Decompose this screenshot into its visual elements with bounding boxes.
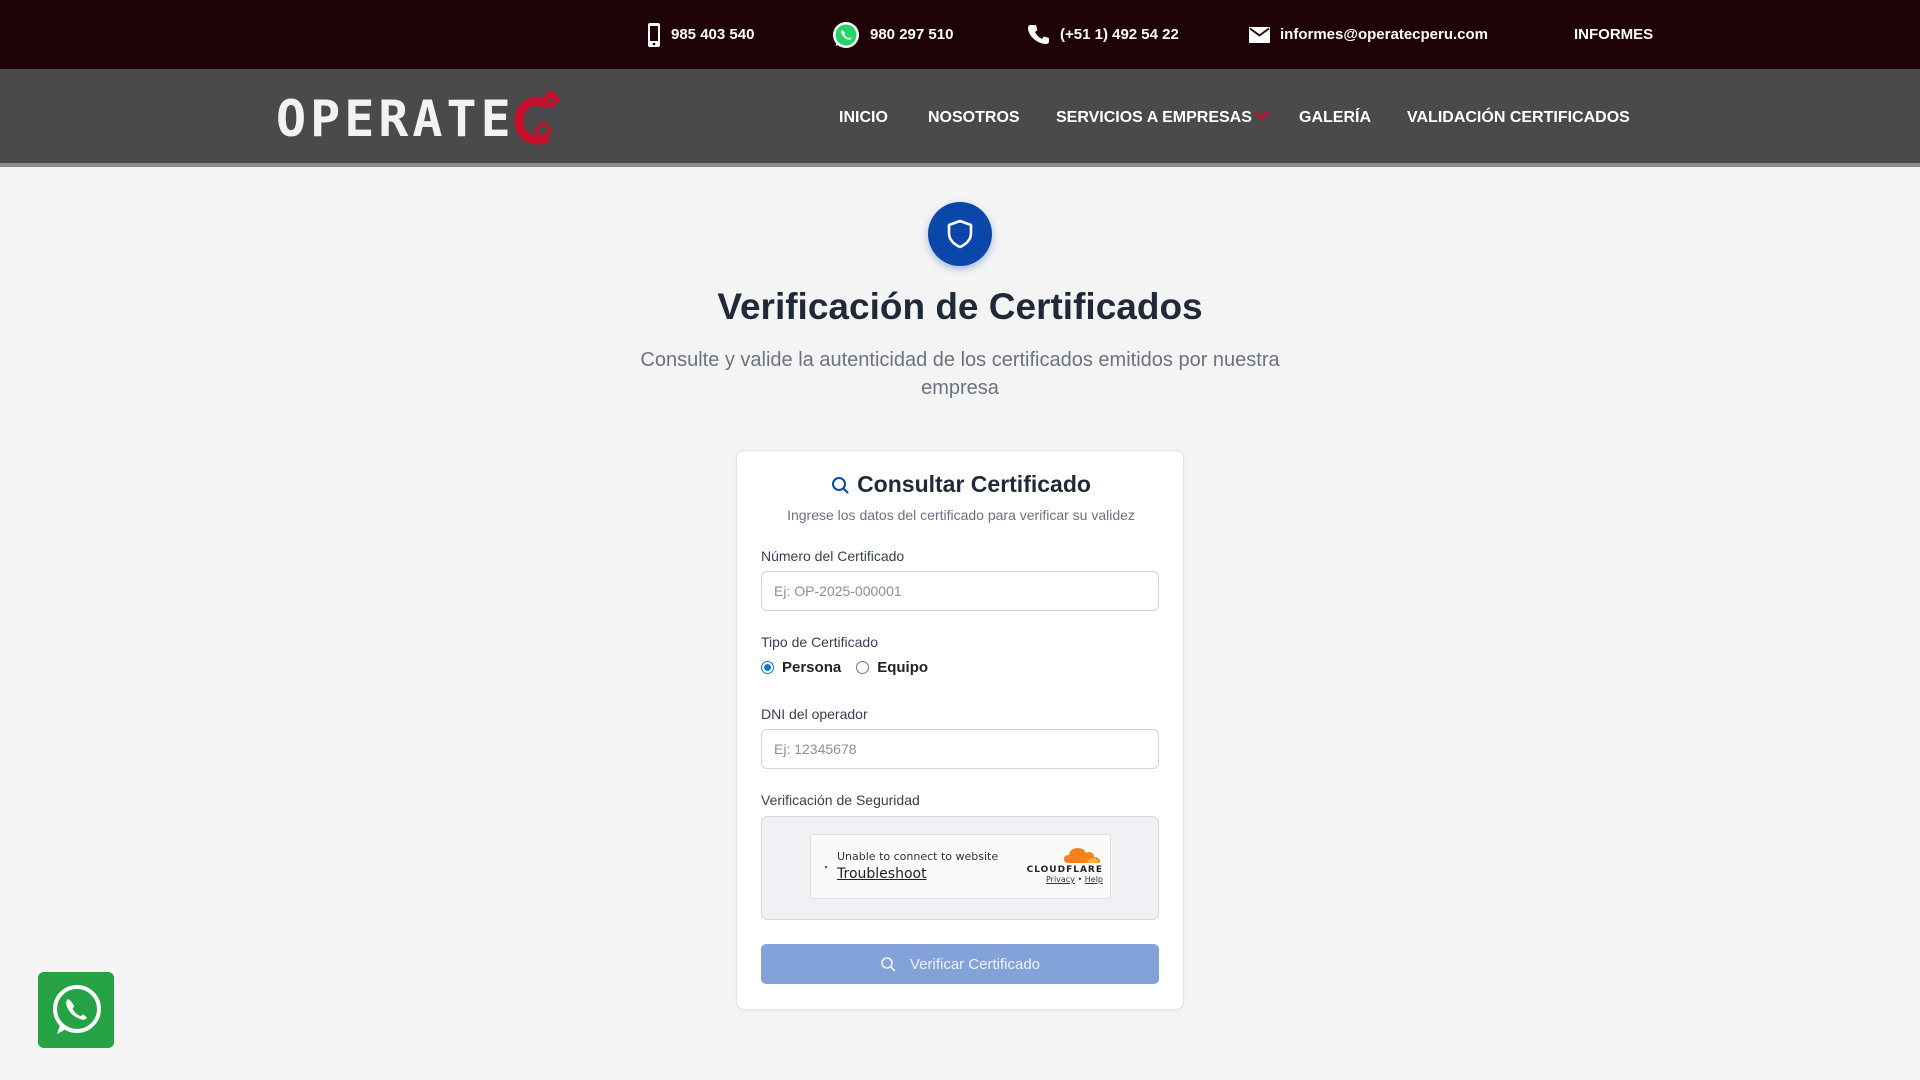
page-title: Verificación de Certificados <box>717 286 1203 327</box>
radio-persona[interactable] <box>761 661 774 674</box>
whatsapp-number: 980 297 510 <box>870 26 954 43</box>
nav-validacion[interactable]: VALIDACIÓN CERTIFICADOS <box>1407 69 1630 167</box>
link-separator: • <box>1077 875 1083 884</box>
nav-nosotros-label: NOSOTROS <box>928 109 1020 126</box>
nav-galeria[interactable]: GALERÍA <box>1299 69 1371 167</box>
radio-equipo-label[interactable]: Equipo <box>877 659 928 676</box>
mail-icon <box>1249 26 1270 43</box>
chevron-down-icon[interactable] <box>1254 109 1270 123</box>
form-title-text: Consultar Certificado <box>857 471 1091 497</box>
contact-phone[interactable]: (+51 1) 492 54 22 <box>1028 0 1179 69</box>
error-dot <box>825 866 827 868</box>
security-widget-container: Unable to connect to website Troubleshoo… <box>761 816 1159 920</box>
cert-number-label: Número del Certificado <box>761 548 905 564</box>
cert-number-input[interactable] <box>761 571 1159 611</box>
cert-type-radio-group: Persona Equipo <box>761 659 943 676</box>
phone-number: (+51 1) 492 54 22 <box>1060 26 1179 43</box>
nav-inicio[interactable]: INICIO <box>839 69 888 167</box>
security-label: Verificación de Seguridad <box>761 792 920 808</box>
troubleshoot-link[interactable]: Troubleshoot <box>837 866 927 882</box>
form-title: Consultar Certificado <box>737 471 1185 498</box>
verify-button-label: Verificar Certificado <box>909 955 1041 973</box>
verify-form-card: Consultar Certificado Ingrese los datos … <box>736 450 1184 1010</box>
phone-icon <box>1028 24 1049 44</box>
dni-input[interactable] <box>761 729 1159 769</box>
cloudflare-links: Privacy • Help <box>1023 875 1103 884</box>
whatsapp-float-button[interactable] <box>38 972 114 1048</box>
top-contact-bar: 985 403 540 980 297 510 (+51 1) 492 54 2… <box>0 0 1920 69</box>
nav-nosotros[interactable]: NOSOTROS <box>928 69 1020 167</box>
cloudflare-icon <box>1064 848 1100 863</box>
logo-text: OPERATE <box>276 90 515 148</box>
nav-validacion-label: VALIDACIÓN CERTIFICADOS <box>1407 109 1630 126</box>
contact-email[interactable]: informes@operatecperu.com <box>1249 0 1488 69</box>
nav-galeria-label: GALERÍA <box>1299 109 1371 126</box>
verify-certificate-button[interactable]: Verificar Certificado <box>761 944 1159 984</box>
nav-servicios[interactable]: SERVICIOS A EMPRESAS <box>1056 69 1252 167</box>
informes-label: INFORMES <box>1574 26 1654 43</box>
whatsapp-icon <box>833 21 859 48</box>
search-icon <box>881 957 896 972</box>
cert-type-label: Tipo de Certificado <box>761 634 878 650</box>
email-address: informes@operatecperu.com <box>1280 26 1489 43</box>
cloudflare-wordmark: CLOUDFLARE <box>1026 865 1103 875</box>
radio-equipo[interactable] <box>856 661 870 674</box>
privacy-link[interactable]: Privacy <box>1046 875 1075 884</box>
page-subtitle: Consulte y valide la autenticidad de los… <box>640 349 1280 399</box>
radio-persona-label[interactable]: Persona <box>782 659 841 676</box>
main-navbar: OPERATE INICIO NOSOTROS SERVICIOS A EMPR… <box>0 69 1920 167</box>
informes-link[interactable]: INFORMES <box>1574 0 1653 69</box>
nav-servicios-label: SERVICIOS A EMPRESAS <box>1056 109 1252 126</box>
operatec-logo[interactable]: OPERATE <box>276 90 563 148</box>
cloudflare-logo: CLOUDFLARE Privacy • Help <box>1023 845 1103 884</box>
mobile-icon <box>648 22 660 47</box>
help-link[interactable]: Help <box>1085 875 1103 884</box>
turnstile-error-message: Unable to connect to website <box>837 850 999 863</box>
whatsapp-float-icon <box>53 985 101 1034</box>
cloudflare-turnstile: Unable to connect to website Troubleshoo… <box>810 834 1111 899</box>
mobile-number: 985 403 540 <box>671 26 755 43</box>
nav-inicio-label: INICIO <box>839 109 888 126</box>
contact-whatsapp[interactable]: 980 297 510 <box>832 0 953 69</box>
contact-mobile[interactable]: 985 403 540 <box>647 0 754 69</box>
form-subtitle: Ingrese los datos del certificado para v… <box>787 507 1135 523</box>
shield-icon <box>947 219 973 249</box>
shield-badge <box>928 202 992 266</box>
dni-label: DNI del operador <box>761 706 868 722</box>
logo-c-icon <box>514 91 561 145</box>
search-icon <box>832 476 849 493</box>
